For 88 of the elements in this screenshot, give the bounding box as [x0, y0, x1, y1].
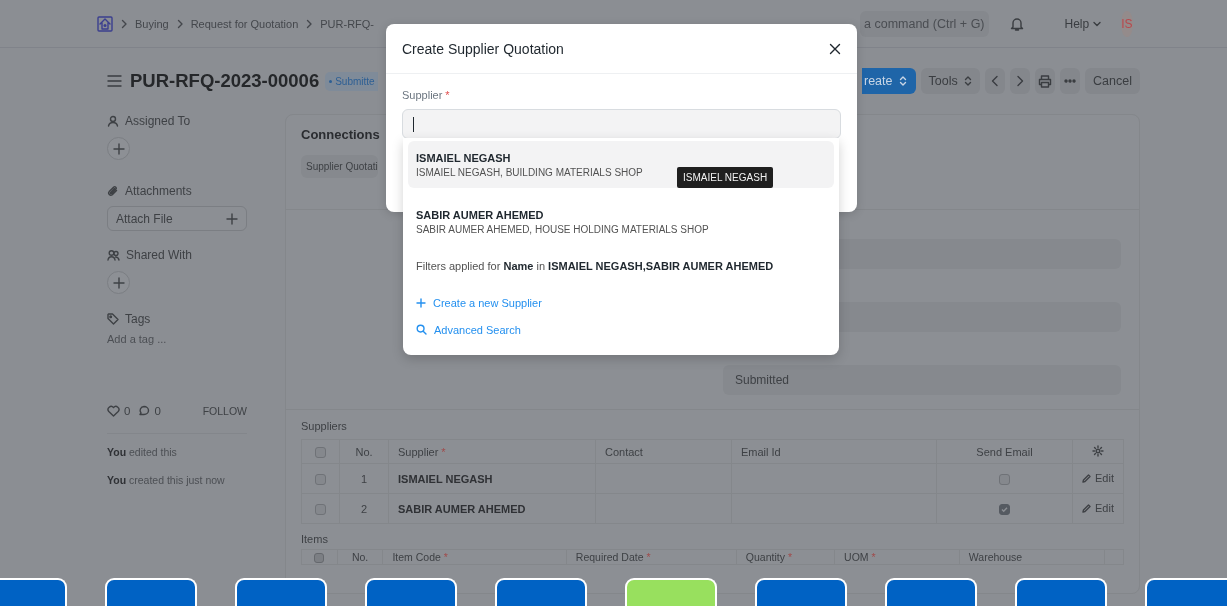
plus-icon [416, 297, 426, 308]
plus-icon [112, 142, 125, 155]
chevron-right-icon [119, 18, 129, 29]
column-header: No. [339, 439, 389, 464]
gear-icon[interactable] [1092, 444, 1104, 457]
cancel-button[interactable]: Cancel [1085, 68, 1140, 94]
next-button[interactable] [1009, 68, 1030, 94]
column-header: No. [337, 549, 383, 565]
users-icon [107, 249, 120, 261]
column-header: Contact [595, 439, 732, 464]
chevron-left-icon [989, 75, 1000, 87]
like-count: 0 [124, 405, 131, 417]
table-cell: 2 [339, 493, 389, 524]
close-icon [829, 42, 841, 55]
document-title: PUR-RFQ-2023-00006 [130, 70, 320, 92]
column-header: Quantity * [736, 549, 835, 565]
help-menu[interactable]: Help [1064, 16, 1102, 31]
follow-link[interactable]: FOLLOW [202, 405, 247, 417]
up-down-icon [898, 76, 907, 86]
up-down-icon [963, 76, 972, 86]
heart-icon[interactable] [107, 405, 120, 417]
attachments-label: Attachments [107, 184, 247, 198]
activity-entry: You edited this [107, 446, 178, 459]
dialog-title: Create Supplier Quotation [402, 40, 564, 57]
table-cell: 1 [339, 463, 389, 494]
search-icon [416, 324, 427, 335]
checkbox[interactable] [315, 473, 326, 485]
checkbox[interactable] [999, 503, 1010, 515]
add-assignee-button[interactable] [107, 137, 130, 160]
search-field[interactable]: a command (Ctrl + G) [860, 10, 989, 37]
attach-file-button[interactable]: Attach File [107, 206, 247, 231]
chevron-right-icon [1014, 75, 1025, 87]
tools-button[interactable]: Tools [920, 68, 980, 94]
menu-icon[interactable] [107, 75, 122, 87]
checkbox[interactable] [315, 446, 326, 458]
comment-icon[interactable] [138, 405, 151, 417]
plus-icon [226, 212, 238, 225]
tags-label: Tags [107, 312, 247, 326]
section-heading: Items [301, 533, 329, 545]
column-header: Supplier * [388, 439, 596, 464]
column-header: Warehouse [959, 549, 1105, 565]
connection-chip[interactable]: Supplier Quotati [301, 155, 378, 178]
column-header: Required Date * [566, 549, 737, 565]
column-header: UOM * [834, 549, 960, 565]
add-share-button[interactable] [107, 271, 130, 294]
table-cell: SABIR AUMER AHEMED [388, 493, 596, 524]
breadcrumb-link[interactable]: Buying [135, 17, 169, 30]
paperclip-icon [107, 185, 119, 197]
comment-count: 0 [154, 405, 161, 417]
create-supplier-link[interactable]: Create a new Supplier [416, 296, 542, 309]
pencil-icon [1082, 503, 1091, 513]
printer-icon [1037, 74, 1052, 88]
create-button[interactable]: reate [862, 68, 916, 94]
more-button[interactable] [1060, 68, 1081, 94]
status-field: Submitted [723, 365, 1121, 395]
shared-with-label: Shared With [107, 248, 247, 262]
status-badge: Submitte [325, 71, 378, 91]
chevron-down-icon [1093, 19, 1102, 28]
home-logo-icon [97, 15, 113, 32]
user-icon [107, 115, 119, 127]
section-heading: Suppliers [301, 420, 348, 432]
close-button[interactable] [829, 42, 841, 55]
field-label: Supplier * [402, 89, 451, 103]
checkbox[interactable] [999, 473, 1010, 485]
column-header: Send Email [936, 439, 1073, 464]
checkbox[interactable] [315, 503, 326, 515]
column-header: Email Id [731, 439, 937, 464]
tag-icon [107, 313, 119, 325]
previous-button[interactable] [984, 68, 1005, 94]
advanced-search-link[interactable]: Advanced Search [416, 323, 521, 336]
column-header: Item Code * [382, 549, 567, 565]
supplier-input-field[interactable] [402, 109, 841, 139]
ellipsis-icon [1064, 79, 1077, 83]
breadcrumb-link[interactable]: Request for Quotation [190, 17, 299, 30]
checkbox[interactable] [314, 553, 325, 564]
connections-heading: Connections [301, 127, 381, 144]
activity-entry: You created this just now [107, 474, 226, 487]
assigned-to-label: Assigned To [107, 114, 247, 128]
table-cell: ISMAIEL NEGASH [388, 463, 596, 494]
tooltip: ISMAIEL NEGASH [677, 167, 774, 188]
breadcrumb-link[interactable]: PUR-RFQ- [320, 17, 375, 30]
dropdown-option[interactable]: SABIR AUMER AHEMED SABIR AUMER AHEMED, HOUSE HOLDING MATERIALS SHOP [408, 198, 834, 245]
plus-icon [112, 276, 125, 289]
filter-note: Filters applied for Name in ISMAIEL NEGASH,SABIR AUMER AHEMED [415, 259, 775, 274]
add-tag-link[interactable]: Add a tag ... [107, 333, 247, 345]
bell-icon[interactable] [1008, 15, 1025, 32]
print-button[interactable] [1034, 68, 1055, 94]
pencil-icon [1082, 473, 1091, 483]
